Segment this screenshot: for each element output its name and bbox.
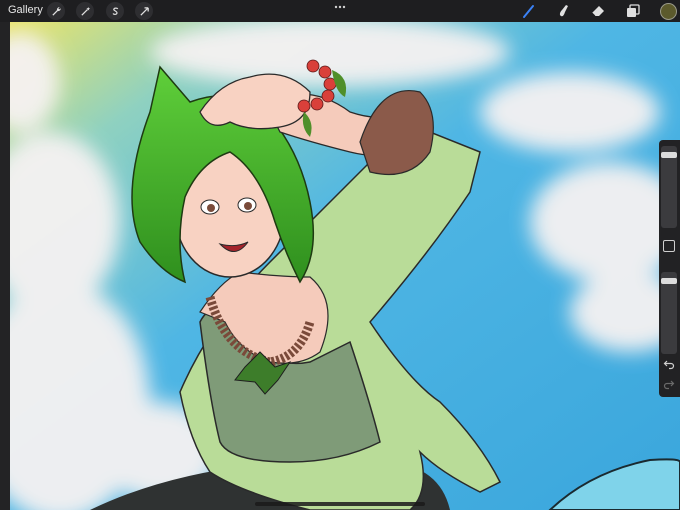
artwork-illustration (10, 22, 680, 510)
selection-s-icon[interactable] (106, 2, 124, 20)
opacity-thumb[interactable] (661, 278, 677, 284)
modify-button[interactable] (663, 240, 675, 252)
brush-size-thumb[interactable] (661, 152, 677, 158)
home-indicator (255, 502, 425, 506)
brush-sidebar (659, 140, 680, 397)
toolbar: Gallery (0, 0, 680, 22)
brush-icon[interactable] (521, 3, 537, 19)
more-options-icon[interactable] (333, 2, 347, 12)
wrench-icon[interactable] (47, 2, 65, 20)
canvas-artwork[interactable] (10, 22, 680, 510)
opacity-slider[interactable] (661, 272, 677, 354)
canvas-margin (0, 22, 10, 510)
eraser-icon[interactable] (590, 3, 606, 19)
gallery-button[interactable]: Gallery (8, 4, 43, 16)
undo-icon[interactable] (663, 358, 675, 370)
transform-arrow-icon[interactable] (135, 2, 153, 20)
color-picker-button[interactable] (660, 3, 677, 20)
brush-size-slider[interactable] (661, 146, 677, 228)
layers-icon[interactable] (625, 3, 641, 19)
magic-wand-icon[interactable] (76, 2, 94, 20)
redo-icon[interactable] (663, 378, 675, 390)
smudge-icon[interactable] (555, 3, 571, 19)
